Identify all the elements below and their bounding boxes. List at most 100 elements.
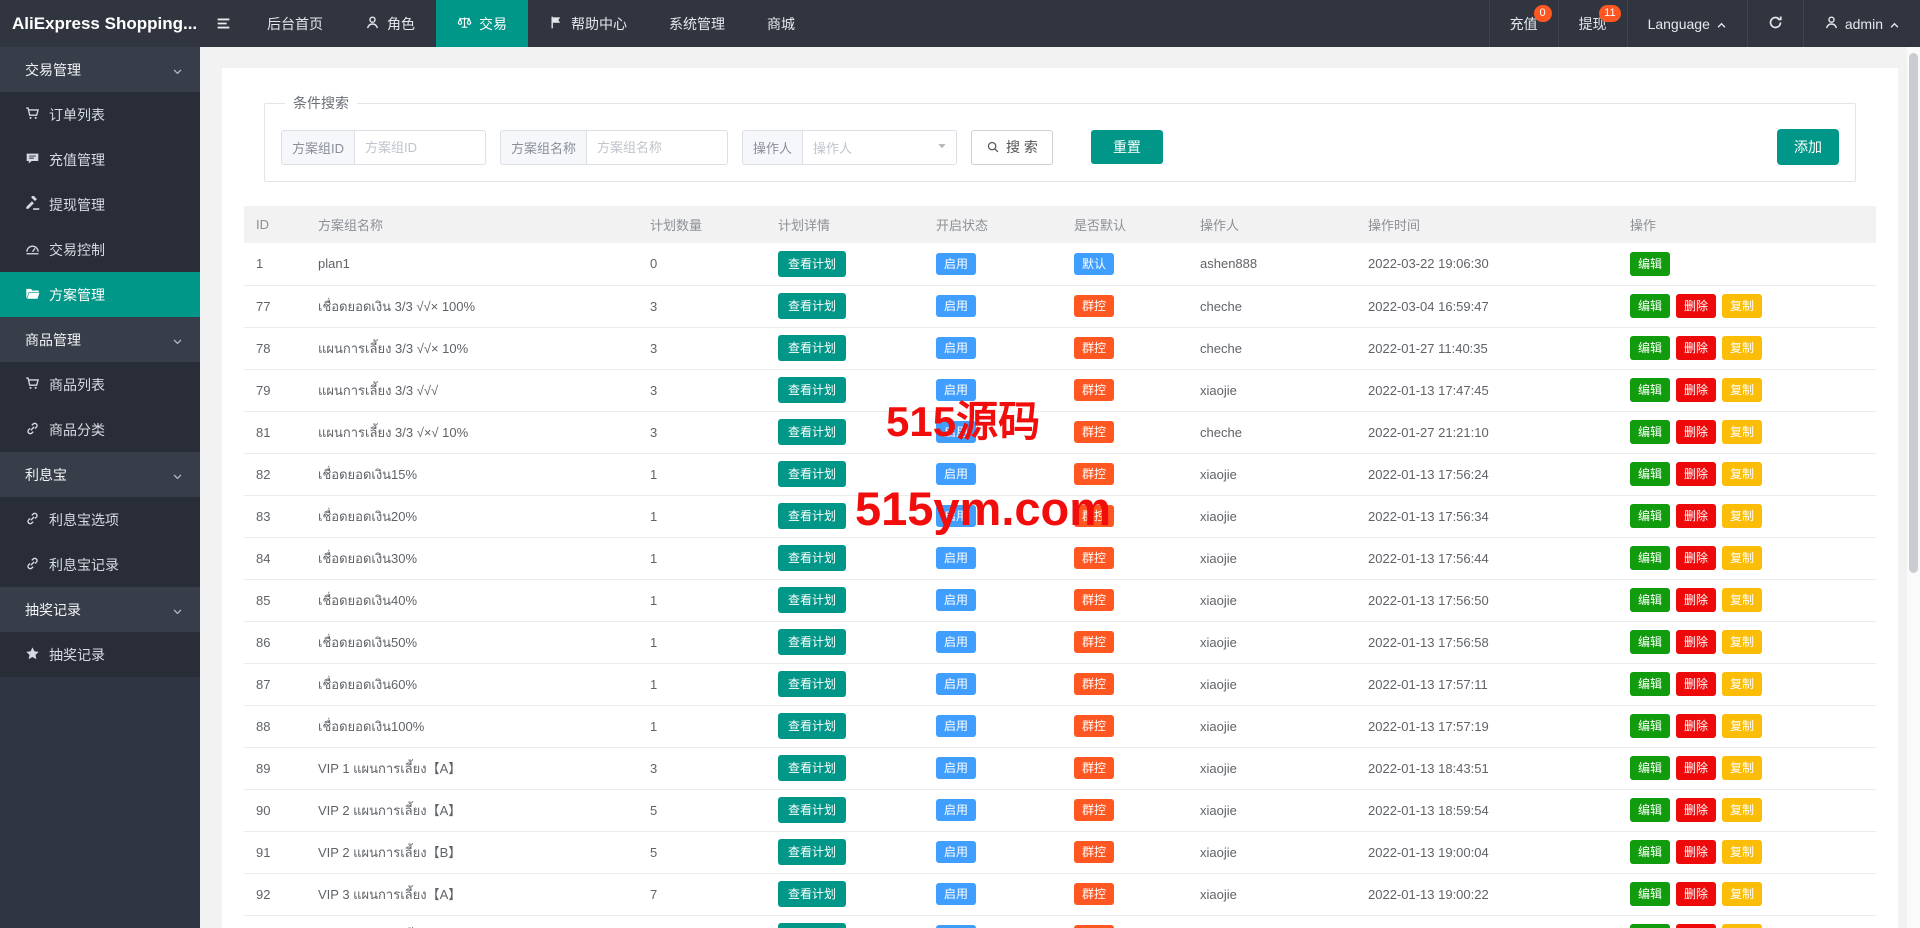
edit-button[interactable]: 编辑 <box>1630 588 1671 612</box>
status-enabled-badge[interactable]: 启用 <box>936 673 977 695</box>
status-enabled-badge[interactable]: 启用 <box>936 799 977 821</box>
default-badge[interactable]: 默认 <box>1074 252 1115 275</box>
refresh-button[interactable] <box>1746 0 1803 47</box>
sidebar-item-recharge-management[interactable]: 充值管理 <box>0 137 200 182</box>
copy-button[interactable]: 复制 <box>1722 882 1763 906</box>
status-enabled-badge[interactable]: 启用 <box>936 757 977 779</box>
sidebar-section-interest-treasure[interactable]: 利息宝 <box>0 452 200 497</box>
status-enabled-badge[interactable]: 启用 <box>936 252 977 275</box>
copy-button[interactable]: 复制 <box>1722 378 1763 402</box>
status-enabled-badge[interactable]: 启用 <box>936 715 977 737</box>
delete-button[interactable]: 删除 <box>1676 924 1717 928</box>
withdraw-nav-button[interactable]: 提现 11 <box>1557 0 1627 47</box>
top-menu-item-system-management[interactable]: 系统管理 <box>648 0 746 47</box>
delete-button[interactable]: 删除 <box>1676 504 1717 528</box>
default-badge[interactable]: 群控 <box>1074 883 1115 905</box>
copy-button[interactable]: 复制 <box>1722 462 1763 486</box>
delete-button[interactable]: 删除 <box>1676 378 1717 402</box>
plan-group-name-input[interactable] <box>586 129 729 165</box>
delete-button[interactable]: 删除 <box>1676 336 1717 360</box>
status-enabled-badge[interactable]: 启用 <box>936 505 977 527</box>
sidebar-section-transaction-management[interactable]: 交易管理 <box>0 47 200 92</box>
search-button[interactable]: 搜 索 <box>971 129 1053 165</box>
recharge-nav-button[interactable]: 充值 0 <box>1488 0 1558 47</box>
default-badge[interactable]: 群控 <box>1074 421 1115 443</box>
edit-button[interactable]: 编辑 <box>1630 630 1671 654</box>
view-plan-button[interactable]: 查看计划 <box>778 461 847 487</box>
view-plan-button[interactable]: 查看计划 <box>778 293 847 319</box>
sidebar-item-order-list[interactable]: 订单列表 <box>0 92 200 137</box>
view-plan-button[interactable]: 查看计划 <box>778 881 847 907</box>
hamburger-menu-icon[interactable] <box>200 0 246 47</box>
operator-select[interactable]: 操作人 <box>802 129 958 165</box>
status-enabled-badge[interactable]: 启用 <box>936 883 977 905</box>
delete-button[interactable]: 删除 <box>1676 294 1717 318</box>
view-plan-button[interactable]: 查看计划 <box>778 671 847 697</box>
copy-button[interactable]: 复制 <box>1722 630 1763 654</box>
top-menu-item-trade[interactable]: 交易 <box>436 0 528 47</box>
sidebar-section-product-management[interactable]: 商品管理 <box>0 317 200 362</box>
edit-button[interactable]: 编辑 <box>1630 756 1671 780</box>
sidebar-item-interest-options[interactable]: 利息宝选项 <box>0 497 200 542</box>
edit-button[interactable]: 编辑 <box>1630 420 1671 444</box>
delete-button[interactable]: 删除 <box>1676 672 1717 696</box>
copy-button[interactable]: 复制 <box>1722 672 1763 696</box>
sidebar-item-product-list[interactable]: 商品列表 <box>0 362 200 407</box>
delete-button[interactable]: 删除 <box>1676 462 1717 486</box>
plan-group-id-input[interactable] <box>354 129 487 165</box>
sidebar-item-interest-records[interactable]: 利息宝记录 <box>0 542 200 587</box>
default-badge[interactable]: 群控 <box>1074 715 1115 737</box>
status-enabled-badge[interactable]: 启用 <box>936 421 977 443</box>
view-plan-button[interactable]: 查看计划 <box>778 587 847 613</box>
status-enabled-badge[interactable]: 启用 <box>936 463 977 485</box>
edit-button[interactable]: 编辑 <box>1630 672 1671 696</box>
status-enabled-badge[interactable]: 启用 <box>936 631 977 653</box>
delete-button[interactable]: 删除 <box>1676 798 1717 822</box>
default-badge[interactable]: 群控 <box>1074 631 1115 653</box>
default-badge[interactable]: 群控 <box>1074 379 1115 401</box>
edit-button[interactable]: 编辑 <box>1630 798 1671 822</box>
status-enabled-badge[interactable]: 启用 <box>936 547 977 569</box>
edit-button[interactable]: 编辑 <box>1630 251 1671 276</box>
edit-button[interactable]: 编辑 <box>1630 546 1671 570</box>
default-badge[interactable]: 群控 <box>1074 841 1115 863</box>
view-plan-button[interactable]: 查看计划 <box>778 629 847 655</box>
default-badge[interactable]: 群控 <box>1074 295 1115 317</box>
copy-button[interactable]: 复制 <box>1722 546 1763 570</box>
sidebar-section-lottery-records[interactable]: 抽奖记录 <box>0 587 200 632</box>
status-enabled-badge[interactable]: 启用 <box>936 295 977 317</box>
sidebar-item-withdraw-management[interactable]: 提现管理 <box>0 182 200 227</box>
copy-button[interactable]: 复制 <box>1722 798 1763 822</box>
edit-button[interactable]: 编辑 <box>1630 336 1671 360</box>
add-button[interactable]: 添加 <box>1777 129 1839 165</box>
edit-button[interactable]: 编辑 <box>1630 378 1671 402</box>
default-badge[interactable]: 群控 <box>1074 547 1115 569</box>
copy-button[interactable]: 复制 <box>1722 756 1763 780</box>
edit-button[interactable]: 编辑 <box>1630 882 1671 906</box>
edit-button[interactable]: 编辑 <box>1630 504 1671 528</box>
view-plan-button[interactable]: 查看计划 <box>778 250 847 277</box>
status-enabled-badge[interactable]: 启用 <box>936 589 977 611</box>
sidebar-item-product-category[interactable]: 商品分类 <box>0 407 200 452</box>
default-badge[interactable]: 群控 <box>1074 589 1115 611</box>
reset-button[interactable]: 重置 <box>1090 130 1163 164</box>
copy-button[interactable]: 复制 <box>1722 840 1763 864</box>
copy-button[interactable]: 复制 <box>1722 924 1763 928</box>
view-plan-button[interactable]: 查看计划 <box>778 755 847 781</box>
copy-button[interactable]: 复制 <box>1722 504 1763 528</box>
top-menu-item-help-center[interactable]: 帮助中心 <box>528 0 648 47</box>
view-plan-button[interactable]: 查看计划 <box>778 419 847 445</box>
copy-button[interactable]: 复制 <box>1722 714 1763 738</box>
view-plan-button[interactable]: 查看计划 <box>778 923 847 928</box>
copy-button[interactable]: 复制 <box>1722 588 1763 612</box>
edit-button[interactable]: 编辑 <box>1630 462 1671 486</box>
view-plan-button[interactable]: 查看计划 <box>778 797 847 823</box>
status-enabled-badge[interactable]: 启用 <box>936 379 977 401</box>
sidebar-item-lottery-records-item[interactable]: 抽奖记录 <box>0 632 200 677</box>
edit-button[interactable]: 编辑 <box>1630 840 1671 864</box>
top-menu-item-home[interactable]: 后台首页 <box>246 0 344 47</box>
default-badge[interactable]: 群控 <box>1074 799 1115 821</box>
delete-button[interactable]: 删除 <box>1676 546 1717 570</box>
view-plan-button[interactable]: 查看计划 <box>778 713 847 739</box>
top-menu-item-mall[interactable]: 商城 <box>746 0 816 47</box>
